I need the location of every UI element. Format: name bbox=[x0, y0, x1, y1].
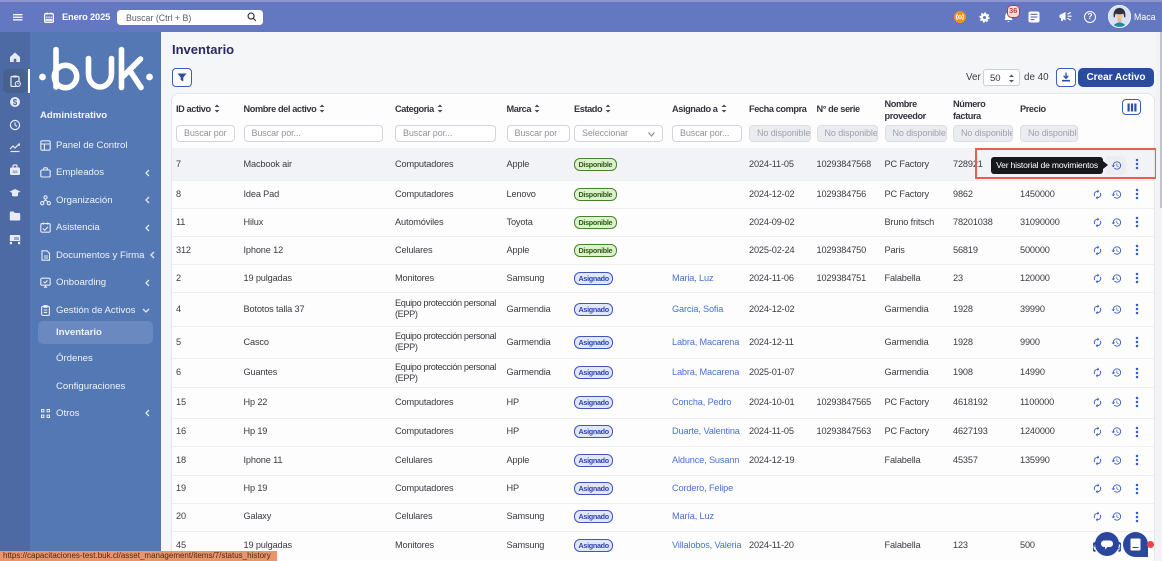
svg-text:aa: aa bbox=[12, 169, 18, 174]
svg-text:$: $ bbox=[13, 98, 18, 107]
